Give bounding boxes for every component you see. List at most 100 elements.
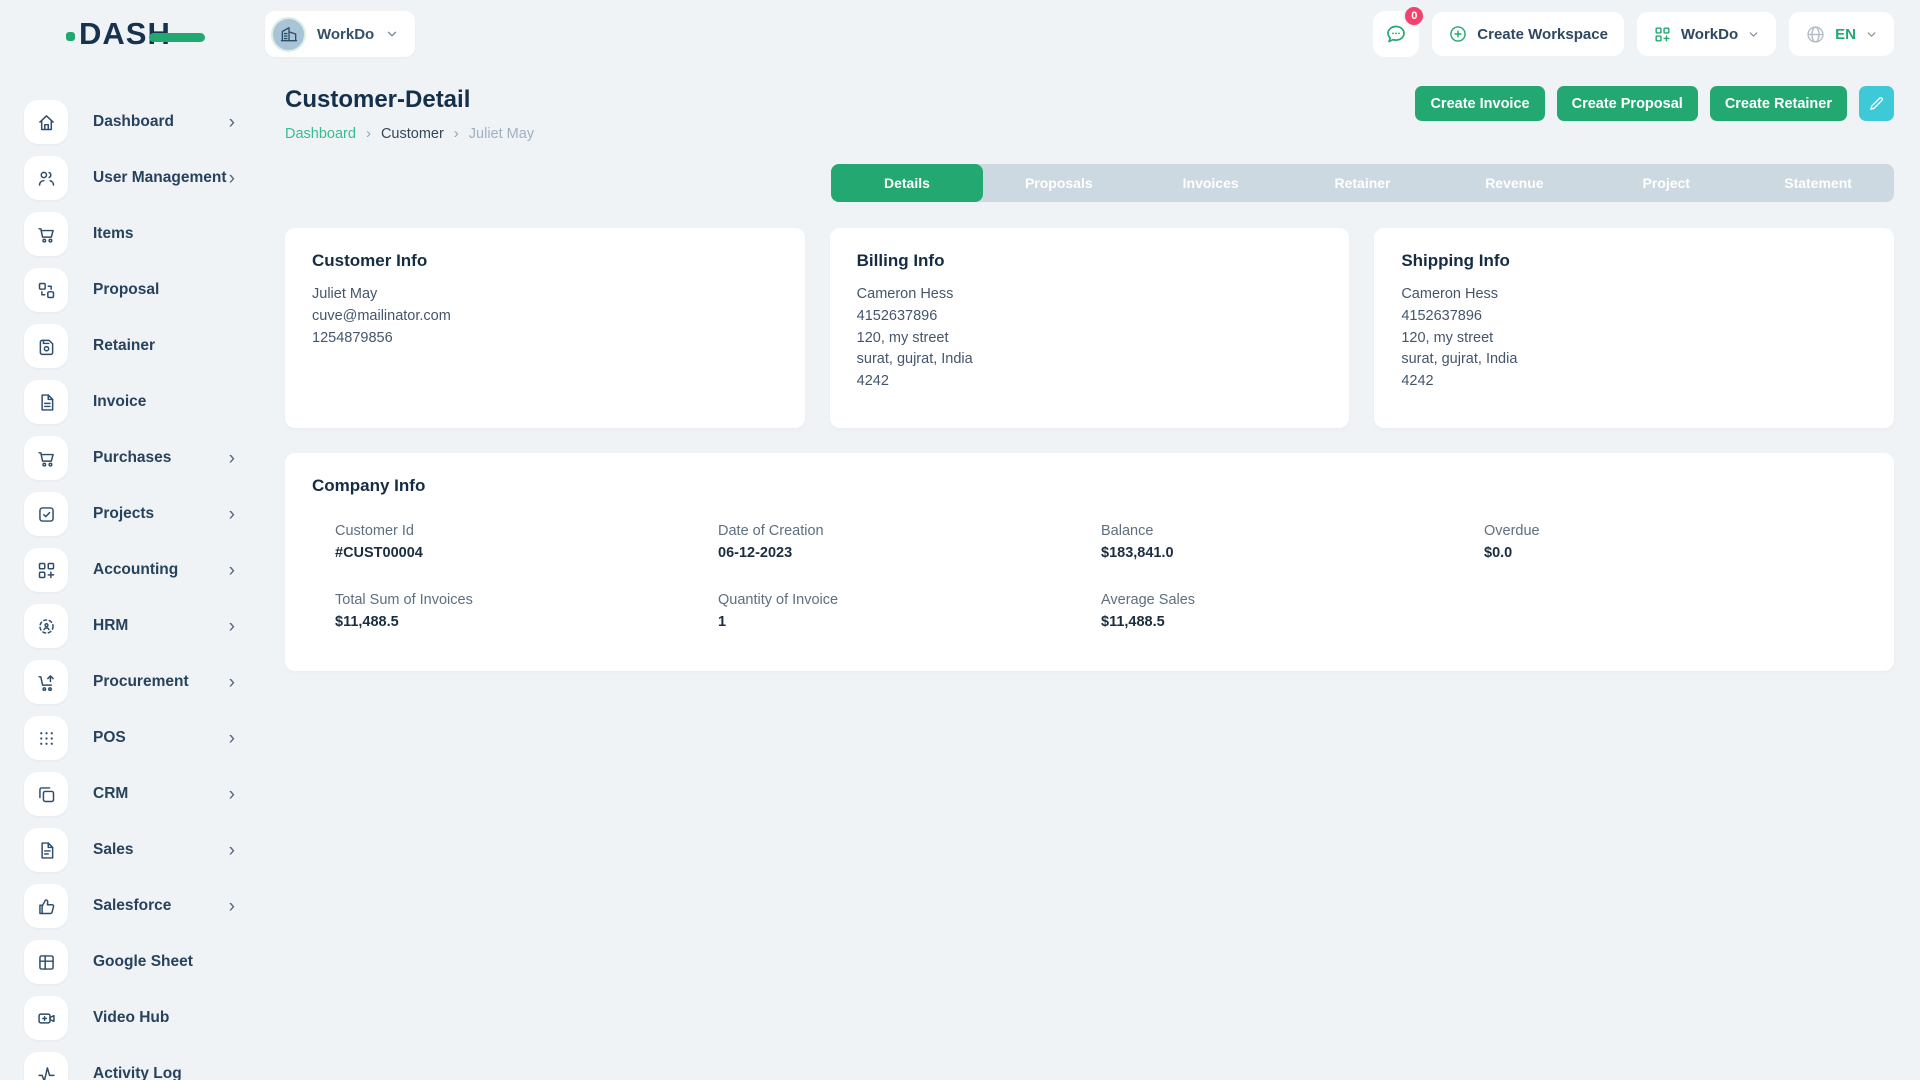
sidebar-item-label: HRM <box>93 617 128 635</box>
tab-retainer[interactable]: Retainer <box>1287 164 1439 202</box>
chevron-right-icon: › <box>229 449 235 468</box>
sidebar-item-label: CRM <box>93 785 128 803</box>
sidebar-item-video-hub[interactable]: Video Hub <box>0 996 265 1040</box>
sidebar-item-crm[interactable]: CRM › <box>0 772 265 816</box>
workspace-name: WorkDo <box>317 26 374 43</box>
topbar-controls: 0 Create Workspace WorkDo EN <box>1373 11 1894 57</box>
messages-button[interactable]: 0 <box>1373 11 1419 57</box>
field-label: Quantity of Invoice <box>718 592 1101 608</box>
floppy-icon <box>24 324 68 368</box>
field-label: Average Sales <box>1101 592 1484 608</box>
title-block: Customer-Detail Dashboard Customer Julie… <box>285 86 534 142</box>
sidebar-item-label: Purchases <box>93 449 171 467</box>
sidebar-item-purchases[interactable]: Purchases › <box>0 436 265 480</box>
shipping-info-line: Cameron Hess <box>1401 284 1867 306</box>
sidebar-item-projects[interactable]: Projects › <box>0 492 265 536</box>
field-value: $183,841.0 <box>1101 545 1484 561</box>
sidebar-item-accounting[interactable]: Accounting › <box>0 548 265 592</box>
action-create-retainer[interactable]: Create Retainer <box>1710 86 1847 121</box>
detail-tabs: Details Proposals Invoices Retainer Reve… <box>831 164 1894 202</box>
tab-details[interactable]: Details <box>831 164 983 202</box>
create-workspace-label: Create Workspace <box>1477 26 1608 43</box>
workspace-selector[interactable]: WorkDo <box>265 11 415 57</box>
tab-project[interactable]: Project <box>1590 164 1742 202</box>
cart-arrow-icon <box>24 660 68 704</box>
breadcrumb-item-customer[interactable]: Customer <box>356 125 444 142</box>
tab-statement[interactable]: Statement <box>1742 164 1894 202</box>
sidebar-item-proposal[interactable]: Proposal <box>0 268 265 312</box>
sidebar-item-pos[interactable]: POS › <box>0 716 265 760</box>
sidebar-item-hrm[interactable]: HRM › <box>0 604 265 648</box>
sidebar-item-salesforce[interactable]: Salesforce › <box>0 884 265 928</box>
action-create-invoice[interactable]: Create Invoice <box>1415 86 1544 121</box>
table-icon <box>24 940 68 984</box>
chevron-down-icon <box>1865 28 1878 41</box>
chevron-right-icon: › <box>229 113 235 132</box>
edit-customer-button[interactable] <box>1859 86 1894 121</box>
main-content: Customer-Detail Dashboard Customer Julie… <box>265 58 1920 1080</box>
sidebar-item-activity-log[interactable]: Activity Log <box>0 1052 265 1080</box>
tab-proposals[interactable]: Proposals <box>983 164 1135 202</box>
sidebar-item-dashboard[interactable]: Dashboard › <box>0 100 265 144</box>
customer-info-line: Juliet May <box>312 284 778 306</box>
sidebar-item-procurement[interactable]: Procurement › <box>0 660 265 704</box>
field-quantity-of-invoice: Quantity of Invoice 1 <box>718 592 1101 630</box>
transfer-icon <box>24 268 68 312</box>
grid-plus-icon <box>24 548 68 592</box>
chevron-right-icon: › <box>229 897 235 916</box>
field-total-sum-of-invoices: Total Sum of Invoices $11,488.5 <box>335 592 718 630</box>
company-info-fields: Customer Id #CUST00004 Date of Creation … <box>312 523 1867 630</box>
field-overdue: Overdue $0.0 <box>1484 523 1867 561</box>
field-value: $11,488.5 <box>1101 614 1484 630</box>
home-icon <box>24 100 68 144</box>
customer-info-line: cuve@mailinator.com <box>312 306 778 328</box>
app-menu-button[interactable]: WorkDo <box>1637 12 1776 56</box>
chevron-right-icon: › <box>229 785 235 804</box>
sidebar-item-label: Items <box>93 225 134 243</box>
sidebar-item-items[interactable]: Items <box>0 212 265 256</box>
sidebar-item-invoice[interactable]: Invoice <box>0 380 265 424</box>
billing-info-line: 4242 <box>857 371 1323 393</box>
shipping-info-line: 4152637896 <box>1401 306 1867 328</box>
sidebar-item-sales[interactable]: Sales › <box>0 828 265 872</box>
tab-revenue[interactable]: Revenue <box>1438 164 1590 202</box>
sidebar: Dashboard › User Management › Items Prop… <box>0 58 265 1080</box>
cart-icon <box>24 436 68 480</box>
language-selector[interactable]: EN <box>1789 12 1894 56</box>
action-create-proposal[interactable]: Create Proposal <box>1557 86 1698 121</box>
shipping-info-card: Shipping Info Cameron Hess 4152637896 12… <box>1374 228 1894 428</box>
page-header: Customer-Detail Dashboard Customer Julie… <box>285 86 1894 142</box>
chevron-right-icon: › <box>229 505 235 524</box>
building-icon <box>279 24 299 44</box>
sidebar-item-label: POS <box>93 729 126 747</box>
chevron-right-icon: › <box>229 673 235 692</box>
billing-info-card: Billing Info Cameron Hess 4152637896 120… <box>830 228 1350 428</box>
billing-info-line: Cameron Hess <box>857 284 1323 306</box>
sidebar-item-google-sheet[interactable]: Google Sheet <box>0 940 265 984</box>
sidebar-item-retainer[interactable]: Retainer <box>0 324 265 368</box>
create-workspace-button[interactable]: Create Workspace <box>1432 12 1624 56</box>
chevron-right-icon: › <box>229 561 235 580</box>
app-logo[interactable]: DASH <box>66 16 205 52</box>
field-value: $0.0 <box>1484 545 1867 561</box>
field-label: Date of Creation <box>718 523 1101 539</box>
sidebar-item-user-management[interactable]: User Management › <box>0 156 265 200</box>
field-value: 1 <box>718 614 1101 630</box>
field-label: Total Sum of Invoices <box>335 592 718 608</box>
logo-dot <box>66 32 75 41</box>
billing-info-line: 4152637896 <box>857 306 1323 328</box>
dashed-circle-icon <box>24 604 68 648</box>
breadcrumb-item-juliet-may[interactable]: Juliet May <box>444 125 534 142</box>
thumb-up-icon <box>24 884 68 928</box>
file-invoice-icon <box>24 380 68 424</box>
copy-icon <box>24 772 68 816</box>
shipping-info-line: 4242 <box>1401 371 1867 393</box>
chevron-right-icon: › <box>229 617 235 636</box>
field-label: Overdue <box>1484 523 1867 539</box>
page-actions: Create Invoice Create Proposal Create Re… <box>1415 86 1894 121</box>
tab-invoices[interactable]: Invoices <box>1135 164 1287 202</box>
breadcrumb-item-dashboard[interactable]: Dashboard <box>285 126 356 142</box>
field-balance: Balance $183,841.0 <box>1101 523 1484 561</box>
customer-info-card: Customer Info Juliet May cuve@mailinator… <box>285 228 805 428</box>
sidebar-item-label: Google Sheet <box>93 953 193 971</box>
